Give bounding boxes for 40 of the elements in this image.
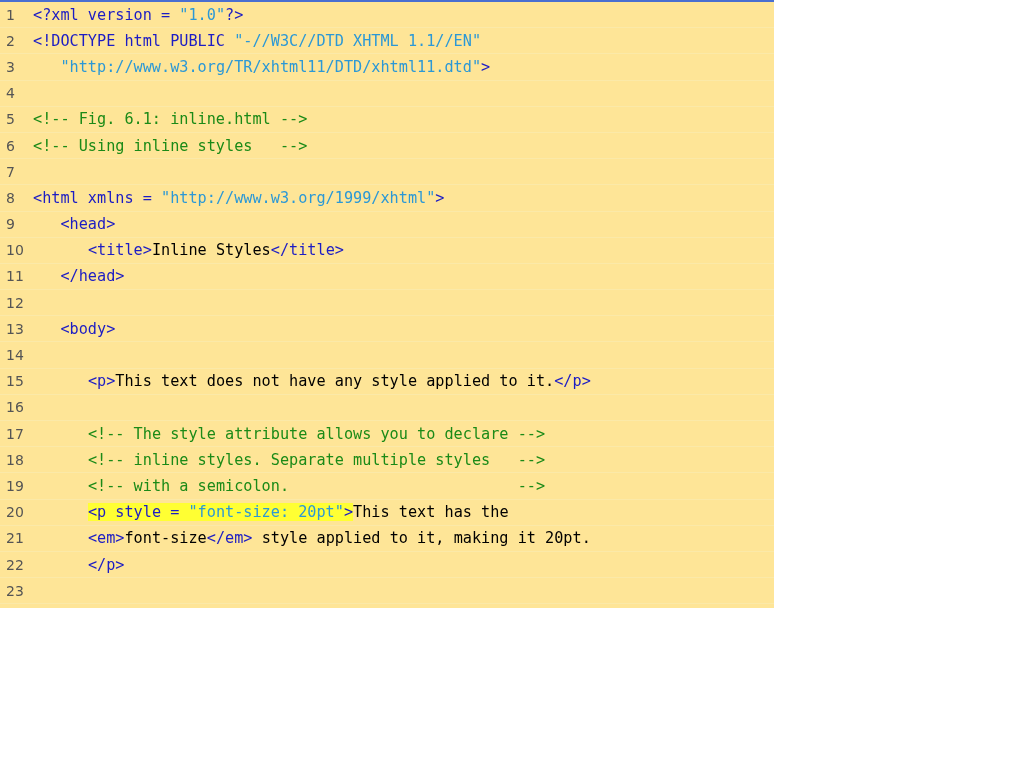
line-number: 5 <box>5 111 16 128</box>
line-number: 14 <box>5 347 25 364</box>
code-line: <!DOCTYPE html PUBLIC "-//W3C//DTD XHTML 1.1//EN" <box>33 31 482 50</box>
code-line: </p> <box>86 555 125 574</box>
line-number: 4 <box>5 85 16 102</box>
code-line: <!-- The style attribute allows you to declare --> <box>86 424 546 443</box>
line-number: 9 <box>5 216 16 233</box>
line-number: 8 <box>5 189 16 206</box>
code-line: <!-- inline styles. Separate multiple styles --> <box>86 450 546 469</box>
code-line: <p style = "font-size: 20pt">This text has the <box>86 503 509 522</box>
code-line: <html xmlns = "http://www.w3.org/1999/xhtml"> <box>33 188 445 207</box>
code-line: <p>This text does not have any style applied to it.</p> <box>86 372 591 391</box>
line-number: 16 <box>5 399 25 416</box>
code-line: <title>Inline Styles</title> <box>86 241 344 260</box>
line-number: 2 <box>5 32 16 49</box>
line-number: 11 <box>5 268 25 285</box>
line-number: 15 <box>5 373 25 390</box>
line-number: 7 <box>5 163 16 180</box>
code-line: <em>font-size</em> style applied to it, making it 20pt. <box>86 529 591 548</box>
line-number: 19 <box>5 477 25 494</box>
code-line: </head> <box>59 267 125 286</box>
code-line: <body> <box>59 319 116 338</box>
line-number: 17 <box>5 425 25 442</box>
line-number: 13 <box>5 320 25 337</box>
code-line: <!-- Using inline styles --> <box>33 136 308 155</box>
line-number: 21 <box>5 530 25 547</box>
code-line: <!-- Fig. 6.1: inline.html --> <box>33 110 308 129</box>
line-number: 12 <box>5 294 25 311</box>
line-number: 23 <box>5 582 25 599</box>
line-number: 3 <box>5 58 16 75</box>
line-number: 22 <box>5 556 25 573</box>
line-number: 20 <box>5 504 25 521</box>
code-line: <!-- with a semicolon. --> <box>86 476 546 495</box>
code-line: <head> <box>59 215 116 234</box>
code-line: <?xml version = "1.0"?> <box>33 5 244 24</box>
line-number: 10 <box>5 242 25 259</box>
line-number: 1 <box>5 6 16 23</box>
line-number: 18 <box>5 451 25 468</box>
line-number: 6 <box>5 137 16 154</box>
code-line: "http://www.w3.org/TR/xhtml11/DTD/xhtml11.dtd"> <box>59 57 491 76</box>
